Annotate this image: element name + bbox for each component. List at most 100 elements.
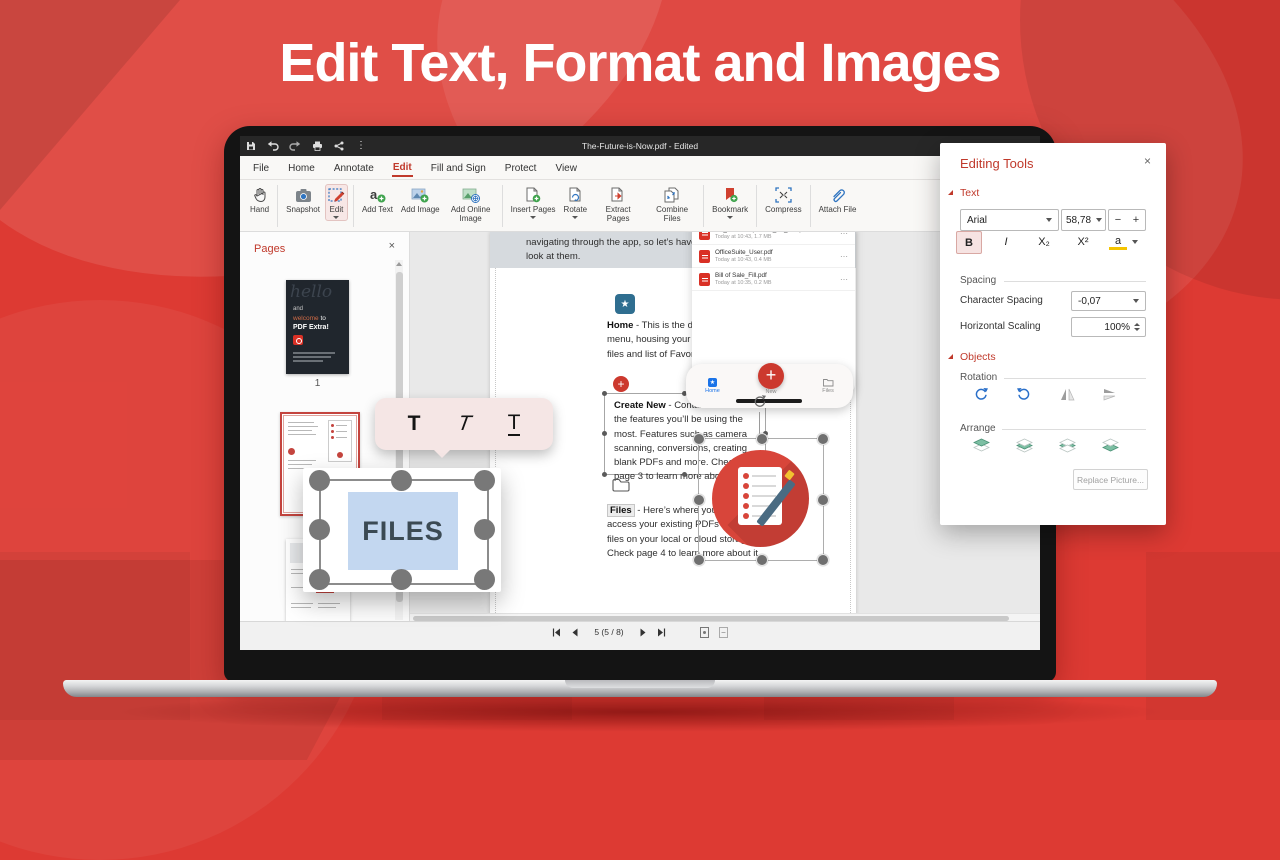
next-page-button[interactable]	[640, 627, 647, 637]
menu-file[interactable]: File	[252, 159, 270, 176]
add-online-image-button[interactable]: Add Online Image	[445, 184, 497, 226]
horizontal-scaling-spinner[interactable]: 100%	[1071, 317, 1146, 337]
bring-forward-icon[interactable]	[1015, 437, 1033, 453]
previous-page-button[interactable]	[571, 627, 578, 637]
more-icon[interactable]: ⋯	[840, 275, 848, 284]
page-thumbnail-1[interactable]: hello and welcome to PDF Extra!	[286, 280, 349, 374]
resize-handle[interactable]	[693, 433, 705, 445]
add-image-button[interactable]: Add Image	[398, 184, 443, 216]
more-icon[interactable]: ⋯	[840, 232, 848, 238]
save-icon[interactable]	[240, 136, 262, 156]
resize-handle[interactable]	[602, 472, 607, 477]
bookmark-button[interactable]: Bookmark	[709, 184, 751, 221]
resize-handle[interactable]	[756, 433, 768, 445]
undo-icon[interactable]	[262, 136, 284, 156]
rotate-button[interactable]: Rotate	[561, 184, 591, 221]
replace-picture-button[interactable]: Replace Picture...	[1073, 469, 1148, 490]
edit-button[interactable]: Edit	[325, 184, 348, 221]
resize-handle[interactable]	[474, 470, 495, 491]
resize-handle[interactable]	[602, 431, 607, 436]
spinner-arrows[interactable]	[1134, 323, 1140, 331]
menu-protect[interactable]: Protect	[504, 159, 538, 176]
bring-to-front-icon[interactable]	[972, 437, 990, 453]
more-icon[interactable]: ⋯	[840, 252, 848, 261]
scrollbar-thumb[interactable]	[413, 616, 1009, 621]
rotate-handle-icon[interactable]	[752, 394, 767, 409]
bold-button[interactable]: B	[956, 231, 982, 254]
hero-title: Edit Text, Format and Images	[0, 32, 1280, 94]
first-page-button[interactable]	[552, 627, 561, 637]
menu-annotate[interactable]: Annotate	[333, 159, 375, 176]
menu-fill-and-sign[interactable]: Fill and Sign	[430, 159, 487, 176]
resize-handle[interactable]	[817, 433, 829, 445]
increase-size-button[interactable]: +	[1133, 214, 1139, 226]
objects-section-label: Objects	[960, 351, 996, 363]
resize-handle[interactable]	[756, 554, 768, 566]
resize-handle[interactable]	[391, 569, 412, 590]
flip-vertical-icon[interactable]	[1101, 386, 1119, 402]
font-family-value: Arial	[961, 215, 1046, 226]
font-size-select[interactable]: 58,78	[1061, 209, 1106, 231]
print-icon[interactable]	[306, 136, 328, 156]
rotate-clockwise-icon[interactable]	[972, 386, 990, 402]
resize-handle[interactable]	[474, 569, 495, 590]
collapse-icon[interactable]	[948, 354, 953, 359]
add-text-button[interactable]: a Add Text	[359, 184, 396, 216]
resize-handle[interactable]	[309, 470, 330, 491]
redo-icon[interactable]	[284, 136, 306, 156]
resize-handle[interactable]	[474, 519, 495, 540]
share-icon[interactable]	[328, 136, 350, 156]
menu-edit[interactable]: Edit	[392, 158, 413, 177]
files-word: FILES	[362, 516, 444, 547]
page-indicator[interactable]: 5 (5 / 8)	[594, 627, 623, 637]
fit-width-icon[interactable]	[719, 627, 728, 637]
resize-handle[interactable]	[309, 519, 330, 540]
selected-image[interactable]	[698, 438, 824, 561]
close-icon[interactable]: ×	[1144, 154, 1151, 168]
more-menu-icon[interactable]: ⋮	[350, 136, 372, 156]
phone-nav-files[interactable]: Files	[822, 378, 834, 394]
close-icon[interactable]: ×	[389, 240, 395, 252]
superscript-button[interactable]: X²	[1071, 231, 1095, 252]
resize-handle[interactable]	[817, 554, 829, 566]
italic-button[interactable]: I	[994, 231, 1018, 252]
resize-handle[interactable]	[682, 472, 687, 477]
resize-handle[interactable]	[693, 554, 705, 566]
send-to-back-icon[interactable]	[1101, 437, 1119, 453]
phone-nav-home[interactable]: ★ Home	[705, 378, 720, 394]
chevron-down-icon[interactable]	[1132, 240, 1138, 244]
extract-pages-button[interactable]: Extract Pages	[592, 184, 644, 226]
font-color-button[interactable]: a	[1109, 231, 1127, 252]
font-family-select[interactable]: Arial	[960, 209, 1059, 231]
hand-button[interactable]: Hand	[247, 184, 272, 216]
resize-handle[interactable]	[391, 470, 412, 491]
italic-tip-icon[interactable]: T	[453, 412, 475, 436]
decrease-size-button[interactable]: −	[1115, 214, 1121, 226]
menu-view[interactable]: View	[554, 159, 578, 176]
file-list-item[interactable]: Bill of Sale_Fill.pdf Today at 10:35, 0.…	[692, 268, 855, 291]
attach-file-button[interactable]: Attach File	[816, 184, 860, 216]
scroll-up-icon[interactable]	[396, 262, 402, 266]
insert-pages-button[interactable]: Insert Pages	[508, 184, 559, 221]
selected-text-highlight[interactable]: FILES	[348, 492, 458, 570]
last-page-button[interactable]	[657, 627, 666, 637]
flip-horizontal-icon[interactable]	[1058, 386, 1076, 402]
resize-handle[interactable]	[817, 494, 829, 506]
resize-handle[interactable]	[309, 569, 330, 590]
collapse-icon[interactable]	[948, 190, 953, 195]
bold-tip-icon[interactable]: T	[408, 412, 421, 436]
rotate-counterclockwise-icon[interactable]	[1015, 386, 1033, 402]
send-backward-icon[interactable]	[1058, 437, 1076, 453]
character-spacing-select[interactable]: -0,07	[1071, 291, 1146, 311]
resize-handle[interactable]	[693, 494, 705, 506]
underline-tip-icon[interactable]: T	[508, 412, 521, 436]
subscript-button[interactable]: X₂	[1032, 231, 1056, 252]
menu-home[interactable]: Home	[287, 159, 316, 176]
fit-page-icon[interactable]	[700, 627, 709, 637]
resize-handle[interactable]	[602, 391, 607, 396]
compress-button[interactable]: Compress	[762, 184, 804, 216]
combine-files-button[interactable]: Combine Files	[646, 184, 698, 226]
file-list-item[interactable]: OfficeSuite_User.pdf Today at 10:43, 0.4…	[692, 245, 855, 268]
file-list-item[interactable]: PE_iOS-Sample File_A4_011.pdf Today at 1…	[692, 232, 855, 245]
snapshot-button[interactable]: Snapshot	[283, 184, 323, 216]
